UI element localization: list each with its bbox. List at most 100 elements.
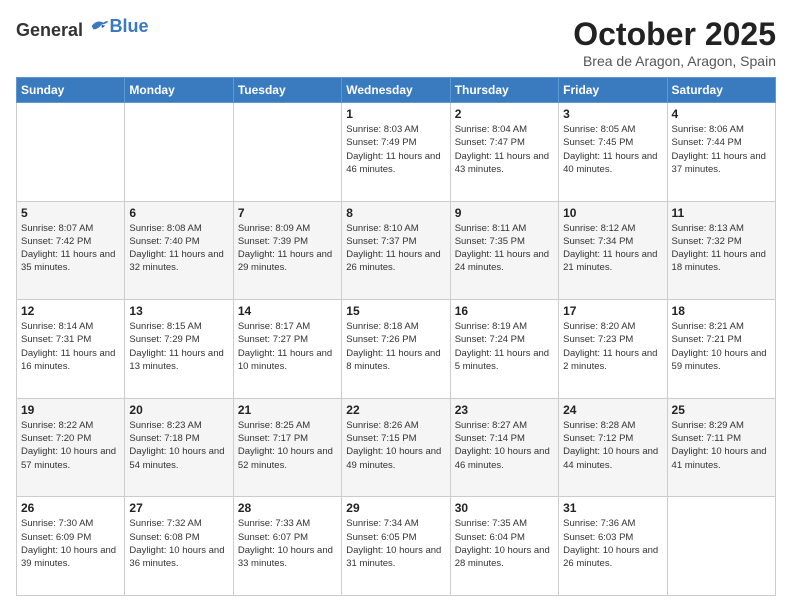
day-number: 3: [563, 107, 662, 121]
logo-blue-text: Blue: [110, 16, 149, 36]
day-info: Sunrise: 8:12 AM Sunset: 7:34 PM Dayligh…: [563, 222, 662, 275]
day-info: Sunrise: 7:34 AM Sunset: 6:05 PM Dayligh…: [346, 517, 445, 570]
day-number: 15: [346, 304, 445, 318]
day-info: Sunrise: 7:35 AM Sunset: 6:04 PM Dayligh…: [455, 517, 554, 570]
calendar-cell-0-2: [233, 103, 341, 202]
logo: General Blue: [16, 16, 149, 41]
title-block: October 2025 Brea de Aragon, Aragon, Spa…: [573, 16, 776, 69]
header: General Blue October 2025 Brea de Aragon…: [16, 16, 776, 69]
day-info: Sunrise: 8:07 AM Sunset: 7:42 PM Dayligh…: [21, 222, 120, 275]
day-number: 1: [346, 107, 445, 121]
day-number: 21: [238, 403, 337, 417]
calendar-cell-3-0: 19Sunrise: 8:22 AM Sunset: 7:20 PM Dayli…: [17, 398, 125, 497]
day-info: Sunrise: 8:03 AM Sunset: 7:49 PM Dayligh…: [346, 123, 445, 176]
day-number: 7: [238, 206, 337, 220]
calendar-cell-4-6: [667, 497, 775, 596]
page: General Blue October 2025 Brea de Aragon…: [0, 0, 792, 612]
calendar-cell-3-3: 22 Sunrise: 8:26 AM Sunset: 7:15 PM Dayli…: [342, 398, 450, 497]
day-number: 5: [21, 206, 120, 220]
calendar-cell-0-6: 4Sunrise: 8:06 AM Sunset: 7:44 PM Daylig…: [667, 103, 775, 202]
day-info: Sunrise: 8:10 AM Sunset: 7:37 PM Dayligh…: [346, 222, 445, 275]
calendar-cell-2-4: 16 Sunrise: 8:19 AM Sunset: 7:24 PM Dayli…: [450, 300, 558, 399]
day-info: Sunrise: 8:23 AM Sunset: 7:18 PM Dayligh…: [129, 419, 228, 472]
calendar-cell-3-6: 25 Sunrise: 8:29 AM Sunset: 7:11 PM Dayli…: [667, 398, 775, 497]
day-number: 6: [129, 206, 228, 220]
calendar-cell-3-2: 21 Sunrise: 8:25 AM Sunset: 7:17 PM Dayli…: [233, 398, 341, 497]
week-row-0: 1 Sunrise: 8:03 AM Sunset: 7:49 PM Daylig…: [17, 103, 776, 202]
day-number: 22: [346, 403, 445, 417]
day-info: Sunrise: 8:15 AM Sunset: 7:29 PM Dayligh…: [129, 320, 228, 373]
day-info: Sunrise: 8:29 AM Sunset: 7:11 PM Dayligh…: [672, 419, 771, 472]
day-number: 18: [672, 304, 771, 318]
day-number: 24: [563, 403, 662, 417]
day-number: 9: [455, 206, 554, 220]
day-info: Sunrise: 7:30 AM Sunset: 6:09 PM Dayligh…: [21, 517, 120, 570]
day-info: Sunrise: 8:25 AM Sunset: 7:17 PM Dayligh…: [238, 419, 337, 472]
day-number: 8: [346, 206, 445, 220]
day-info: Sunrise: 8:26 AM Sunset: 7:15 PM Dayligh…: [346, 419, 445, 472]
calendar-cell-2-0: 12Sunrise: 8:14 AM Sunset: 7:31 PM Dayli…: [17, 300, 125, 399]
week-row-1: 5 Sunrise: 8:07 AM Sunset: 7:42 PM Daylig…: [17, 201, 776, 300]
calendar-cell-4-4: 30 Sunrise: 7:35 AM Sunset: 6:04 PM Dayli…: [450, 497, 558, 596]
calendar-cell-1-4: 9 Sunrise: 8:11 AM Sunset: 7:35 PM Daylig…: [450, 201, 558, 300]
calendar-cell-1-6: 11 Sunrise: 8:13 AM Sunset: 7:32 PM Dayli…: [667, 201, 775, 300]
day-info: Sunrise: 8:11 AM Sunset: 7:35 PM Dayligh…: [455, 222, 554, 275]
day-number: 2: [455, 107, 554, 121]
weekday-header-tuesday: Tuesday: [233, 78, 341, 103]
calendar-cell-2-6: 18 Sunrise: 8:21 AM Sunset: 7:21 PM Dayli…: [667, 300, 775, 399]
day-info: Sunrise: 8:05 AM Sunset: 7:45 PM Dayligh…: [563, 123, 662, 176]
calendar-body: 1 Sunrise: 8:03 AM Sunset: 7:49 PM Daylig…: [17, 103, 776, 596]
calendar-cell-3-1: 20 Sunrise: 8:23 AM Sunset: 7:18 PM Dayli…: [125, 398, 233, 497]
week-row-3: 19Sunrise: 8:22 AM Sunset: 7:20 PM Dayli…: [17, 398, 776, 497]
week-row-4: 26 Sunrise: 7:30 AM Sunset: 6:09 PM Dayli…: [17, 497, 776, 596]
weekday-header-monday: Monday: [125, 78, 233, 103]
calendar-cell-4-0: 26 Sunrise: 7:30 AM Sunset: 6:09 PM Dayli…: [17, 497, 125, 596]
day-info: Sunrise: 8:27 AM Sunset: 7:14 PM Dayligh…: [455, 419, 554, 472]
calendar-cell-2-1: 13 Sunrise: 8:15 AM Sunset: 7:29 PM Dayli…: [125, 300, 233, 399]
day-info: Sunrise: 8:18 AM Sunset: 7:26 PM Dayligh…: [346, 320, 445, 373]
day-number: 10: [563, 206, 662, 220]
day-info: Sunrise: 8:08 AM Sunset: 7:40 PM Dayligh…: [129, 222, 228, 275]
calendar-cell-0-3: 1 Sunrise: 8:03 AM Sunset: 7:49 PM Daylig…: [342, 103, 450, 202]
calendar-cell-4-1: 27Sunrise: 7:32 AM Sunset: 6:08 PM Dayli…: [125, 497, 233, 596]
weekday-header-friday: Friday: [559, 78, 667, 103]
logo-bird-icon: [90, 16, 110, 36]
calendar-cell-0-5: 3 Sunrise: 8:05 AM Sunset: 7:45 PM Daylig…: [559, 103, 667, 202]
day-number: 14: [238, 304, 337, 318]
calendar-cell-4-2: 28Sunrise: 7:33 AM Sunset: 6:07 PM Dayli…: [233, 497, 341, 596]
day-info: Sunrise: 8:28 AM Sunset: 7:12 PM Dayligh…: [563, 419, 662, 472]
weekday-header-sunday: Sunday: [17, 78, 125, 103]
day-number: 20: [129, 403, 228, 417]
day-number: 16: [455, 304, 554, 318]
calendar-cell-3-4: 23Sunrise: 8:27 AM Sunset: 7:14 PM Dayli…: [450, 398, 558, 497]
day-info: Sunrise: 8:22 AM Sunset: 7:20 PM Dayligh…: [21, 419, 120, 472]
day-info: Sunrise: 8:13 AM Sunset: 7:32 PM Dayligh…: [672, 222, 771, 275]
weekday-header-wednesday: Wednesday: [342, 78, 450, 103]
day-info: Sunrise: 7:36 AM Sunset: 6:03 PM Dayligh…: [563, 517, 662, 570]
day-info: Sunrise: 8:14 AM Sunset: 7:31 PM Dayligh…: [21, 320, 120, 373]
day-info: Sunrise: 7:33 AM Sunset: 6:07 PM Dayligh…: [238, 517, 337, 570]
day-info: Sunrise: 8:06 AM Sunset: 7:44 PM Dayligh…: [672, 123, 771, 176]
day-number: 29: [346, 501, 445, 515]
day-info: Sunrise: 8:21 AM Sunset: 7:21 PM Dayligh…: [672, 320, 771, 373]
calendar-cell-0-4: 2Sunrise: 8:04 AM Sunset: 7:47 PM Daylig…: [450, 103, 558, 202]
calendar-cell-2-3: 15 Sunrise: 8:18 AM Sunset: 7:26 PM Dayli…: [342, 300, 450, 399]
calendar-cell-0-0: [17, 103, 125, 202]
day-info: Sunrise: 8:19 AM Sunset: 7:24 PM Dayligh…: [455, 320, 554, 373]
calendar-cell-2-5: 17 Sunrise: 8:20 AM Sunset: 7:23 PM Dayli…: [559, 300, 667, 399]
day-number: 13: [129, 304, 228, 318]
weekday-header-saturday: Saturday: [667, 78, 775, 103]
month-title: October 2025: [573, 16, 776, 53]
weekday-header-thursday: Thursday: [450, 78, 558, 103]
day-number: 25: [672, 403, 771, 417]
calendar-cell-2-2: 14 Sunrise: 8:17 AM Sunset: 7:27 PM Dayli…: [233, 300, 341, 399]
calendar-cell-4-5: 31 Sunrise: 7:36 AM Sunset: 6:03 PM Dayli…: [559, 497, 667, 596]
day-number: 30: [455, 501, 554, 515]
day-number: 26: [21, 501, 120, 515]
day-info: Sunrise: 8:20 AM Sunset: 7:23 PM Dayligh…: [563, 320, 662, 373]
day-number: 31: [563, 501, 662, 515]
day-number: 11: [672, 206, 771, 220]
day-number: 17: [563, 304, 662, 318]
day-info: Sunrise: 8:17 AM Sunset: 7:27 PM Dayligh…: [238, 320, 337, 373]
calendar-cell-1-1: 6 Sunrise: 8:08 AM Sunset: 7:40 PM Daylig…: [125, 201, 233, 300]
